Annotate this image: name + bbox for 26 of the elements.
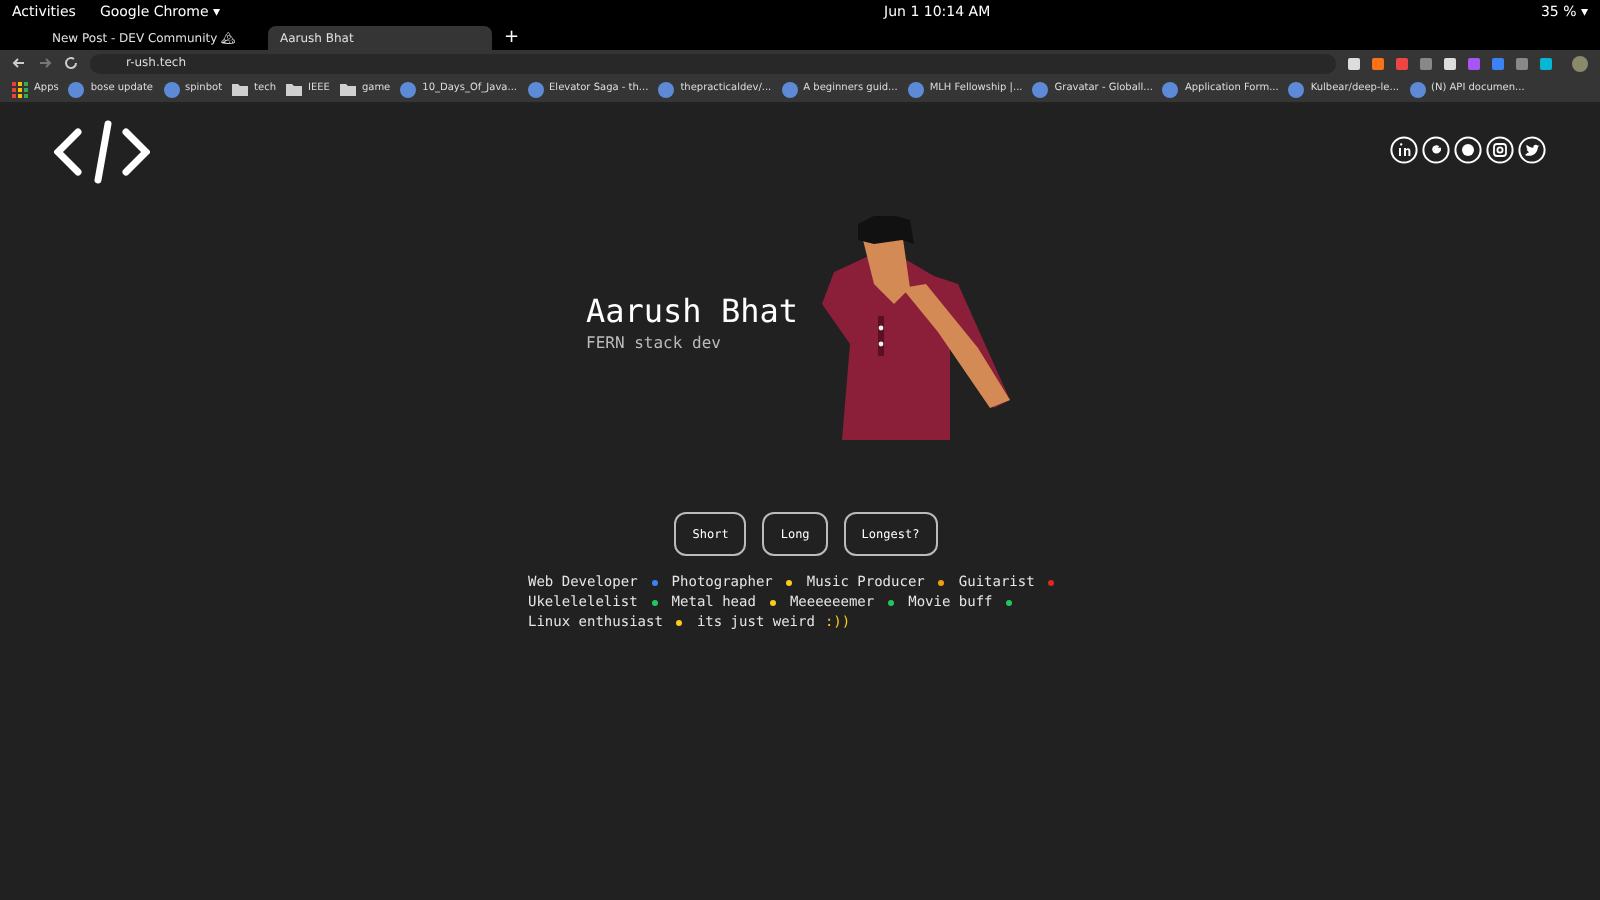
site-icon xyxy=(400,81,417,97)
site-icon xyxy=(1409,81,1426,97)
new-tab-button[interactable]: + xyxy=(504,26,520,50)
hero-tagline: FERN stack dev xyxy=(586,332,723,356)
folder-icon xyxy=(286,82,302,96)
site-icon xyxy=(781,81,798,97)
site-icon xyxy=(68,81,85,97)
instagram-icon[interactable] xyxy=(1486,136,1514,164)
back-icon[interactable] xyxy=(12,56,26,70)
site-icon xyxy=(163,81,179,97)
hero-name: Aarush Bhat xyxy=(586,292,798,332)
site-icon xyxy=(1288,81,1305,97)
site-icon xyxy=(907,81,924,97)
site-icon xyxy=(1032,81,1049,97)
site-icon xyxy=(1162,81,1179,97)
reload-icon[interactable] xyxy=(64,56,78,70)
forward-icon[interactable] xyxy=(38,56,52,70)
folder-icon xyxy=(232,82,249,96)
profile-avatar[interactable] xyxy=(1572,55,1588,71)
site-icon xyxy=(658,81,675,97)
code-logo-icon xyxy=(54,120,150,184)
apps-grid-icon xyxy=(12,81,28,97)
linkedin-icon[interactable] xyxy=(1390,136,1418,164)
twitter-icon[interactable] xyxy=(1518,136,1546,164)
site-icon xyxy=(527,81,544,97)
folder-icon xyxy=(339,82,356,96)
